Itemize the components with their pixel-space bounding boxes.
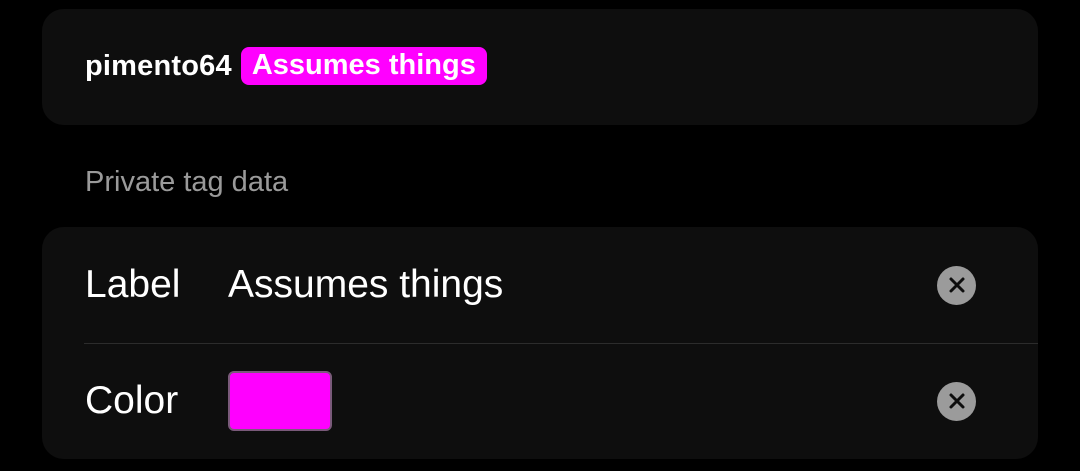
color-swatch[interactable]: [228, 371, 332, 431]
color-field-name: Color: [85, 379, 179, 422]
private-tag-settings-card: Label Assumes things Color: [42, 227, 1038, 459]
label-row: Label Assumes things: [42, 227, 1038, 343]
color-row: Color: [42, 343, 1038, 459]
username: pimento64: [85, 49, 232, 82]
tag-chip: Assumes things: [240, 47, 487, 85]
close-circle-icon: [949, 393, 964, 409]
clear-color-button[interactable]: [937, 381, 976, 421]
clear-label-button[interactable]: [937, 265, 976, 305]
close-circle-icon: [949, 277, 964, 293]
section-heading: Private tag data: [85, 166, 289, 198]
tag-preview-card: pimento64 Assumes things: [42, 9, 1038, 125]
label-field-name: Label: [85, 263, 181, 306]
label-input[interactable]: Assumes things: [228, 263, 503, 307]
